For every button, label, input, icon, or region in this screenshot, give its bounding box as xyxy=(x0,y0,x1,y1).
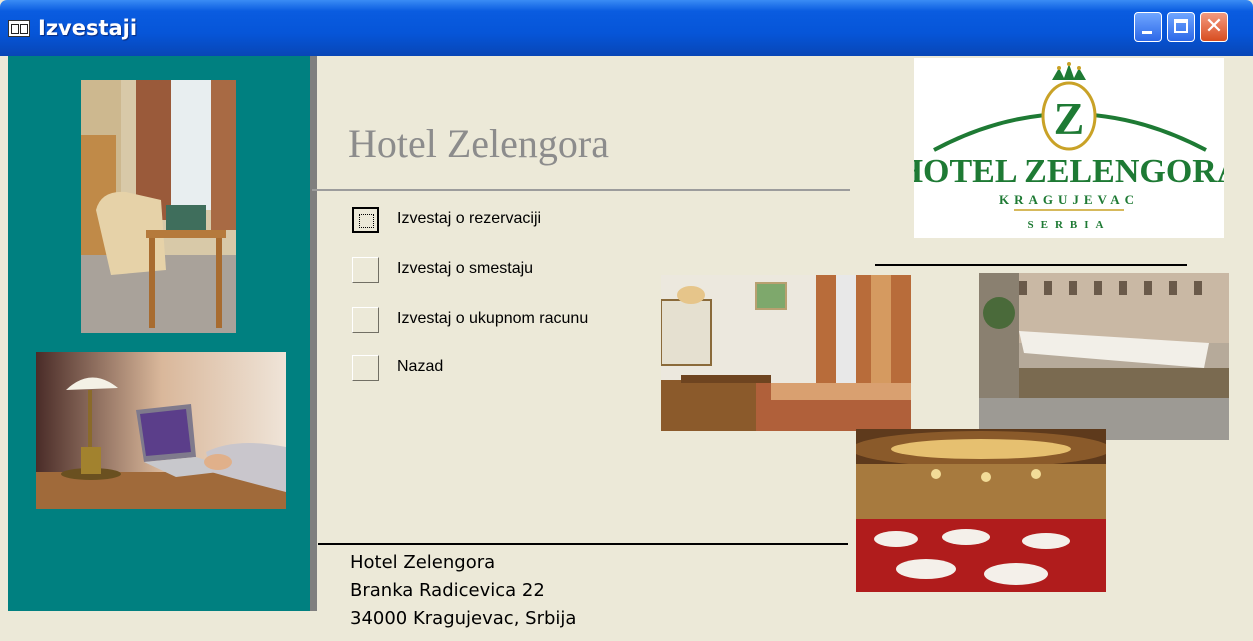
report-total-bill-label: Izvestaj o ukupnom racunu xyxy=(397,310,589,327)
footer-street: Branka Radicevica 22 xyxy=(350,580,545,601)
maximize-button[interactable] xyxy=(1167,12,1195,42)
restaurant-photo xyxy=(856,429,1106,592)
title-bar[interactable]: Izvestaji ✕ xyxy=(0,0,1253,56)
logo-name: HOTEL ZELENGORA xyxy=(914,153,1224,190)
logo-divider xyxy=(875,264,1187,266)
terrace-photo xyxy=(979,273,1229,440)
report-reservation-label: Izvestaj o rezervaciji xyxy=(397,210,542,227)
minimize-icon xyxy=(1142,31,1152,34)
hotel-logo: Z HOTEL ZELENGORA KRAGUJEVAC SERBIA xyxy=(897,58,1242,238)
form-body: Hotel Zelengora Izvestaj o rezervaciji I… xyxy=(0,56,1253,641)
page-title: Hotel Zelengora xyxy=(348,121,609,166)
minimize-button[interactable] xyxy=(1134,12,1162,42)
close-button[interactable]: ✕ xyxy=(1200,12,1228,42)
maximize-icon xyxy=(1174,19,1188,33)
report-reservation-button[interactable] xyxy=(352,207,379,233)
title-divider xyxy=(312,189,850,191)
logo-letter: Z xyxy=(1054,93,1085,144)
form-icon[interactable] xyxy=(8,20,30,37)
report-accommodation-button[interactable] xyxy=(352,257,379,283)
logo-city: KRAGUJEVAC xyxy=(999,192,1139,207)
side-panel-shadow xyxy=(310,56,317,611)
back-button[interactable] xyxy=(352,355,379,381)
room-photo xyxy=(81,80,236,333)
window-title: Izvestaji xyxy=(38,16,138,40)
desk-photo xyxy=(36,352,286,509)
logo-country: SERBIA xyxy=(1028,219,1111,231)
footer-city: 34000 Kragujevac, Srbija xyxy=(350,608,577,629)
footer-name: Hotel Zelengora xyxy=(350,552,496,573)
report-accommodation-label: Izvestaj o smestaju xyxy=(397,260,534,277)
close-icon: ✕ xyxy=(1204,14,1224,39)
footer-divider xyxy=(318,543,848,545)
bedroom-photo xyxy=(661,275,911,431)
report-total-bill-button[interactable] xyxy=(352,307,379,333)
back-label: Nazad xyxy=(397,358,444,375)
